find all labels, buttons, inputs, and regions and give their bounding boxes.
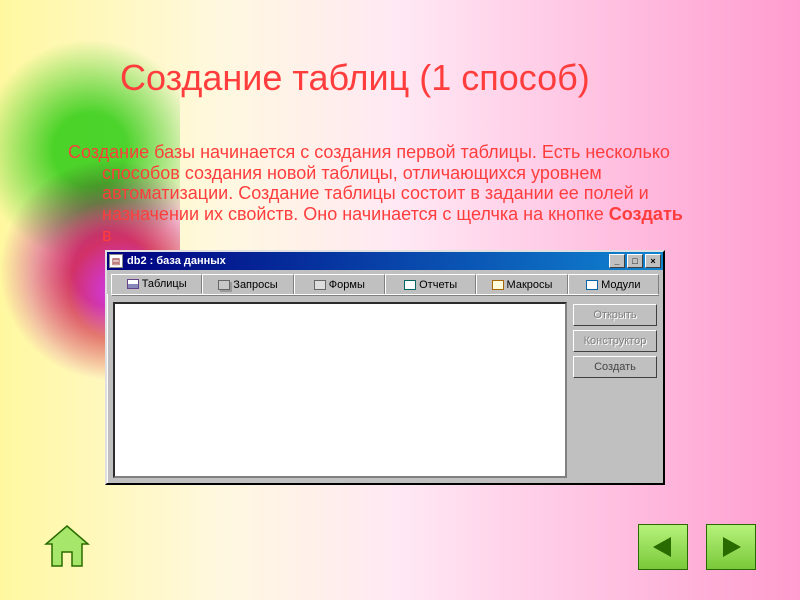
home-icon	[42, 524, 92, 570]
nav-home-button[interactable]	[42, 524, 92, 570]
window-title: db2 : база данных	[127, 255, 607, 267]
reports-icon	[404, 280, 416, 290]
maximize-button[interactable]: □	[627, 254, 643, 268]
slide-body: Создание базы начинается с создания перв…	[68, 142, 688, 245]
right-buttons: Открыть Конструктор Создать	[573, 302, 657, 478]
create-button[interactable]: Создать	[573, 356, 657, 378]
tab-forms[interactable]: Формы	[294, 274, 385, 294]
titlebar[interactable]: ▤ db2 : база данных _ □ ×	[107, 252, 663, 270]
forms-icon	[314, 280, 326, 290]
design-button[interactable]: Конструктор	[573, 330, 657, 352]
body-text-post: в	[102, 225, 112, 245]
window-icon: ▤	[109, 254, 123, 268]
body-text-bold: Создать	[609, 204, 683, 224]
nav-prev-button[interactable]	[638, 524, 688, 570]
slide-title: Создание таблиц (1 способ)	[120, 60, 590, 96]
body-text-pre: Создание базы начинается с создания перв…	[68, 142, 670, 224]
close-button[interactable]: ×	[645, 254, 661, 268]
tab-tables[interactable]: Таблицы	[111, 274, 202, 294]
queries-icon	[218, 280, 230, 290]
open-button[interactable]: Открыть	[573, 304, 657, 326]
triangle-right-icon	[717, 533, 745, 561]
window-content: Открыть Конструктор Создать	[107, 296, 663, 484]
tab-label: Макросы	[507, 279, 553, 291]
tables-icon	[127, 279, 139, 289]
macros-icon	[492, 280, 504, 290]
modules-icon	[586, 280, 598, 290]
tab-label: Отчеты	[419, 279, 457, 291]
tab-label: Таблицы	[142, 278, 187, 290]
tab-label: Формы	[329, 279, 365, 291]
tab-queries[interactable]: Запросы	[202, 274, 293, 294]
minimize-button[interactable]: _	[609, 254, 625, 268]
tab-modules[interactable]: Модули	[568, 274, 659, 294]
nav-next-button[interactable]	[706, 524, 756, 570]
object-list[interactable]	[113, 302, 567, 478]
database-window: ▤ db2 : база данных _ □ × Таблицы Запрос…	[105, 250, 665, 485]
tabs-row: Таблицы Запросы Формы Отчеты Макросы Мод…	[107, 270, 663, 294]
tab-reports[interactable]: Отчеты	[385, 274, 476, 294]
slide: Создание таблиц (1 способ) Создание базы…	[0, 0, 800, 600]
triangle-left-icon	[649, 533, 677, 561]
tab-label: Запросы	[233, 279, 277, 291]
tab-label: Модули	[601, 279, 640, 291]
tab-macros[interactable]: Макросы	[476, 274, 567, 294]
